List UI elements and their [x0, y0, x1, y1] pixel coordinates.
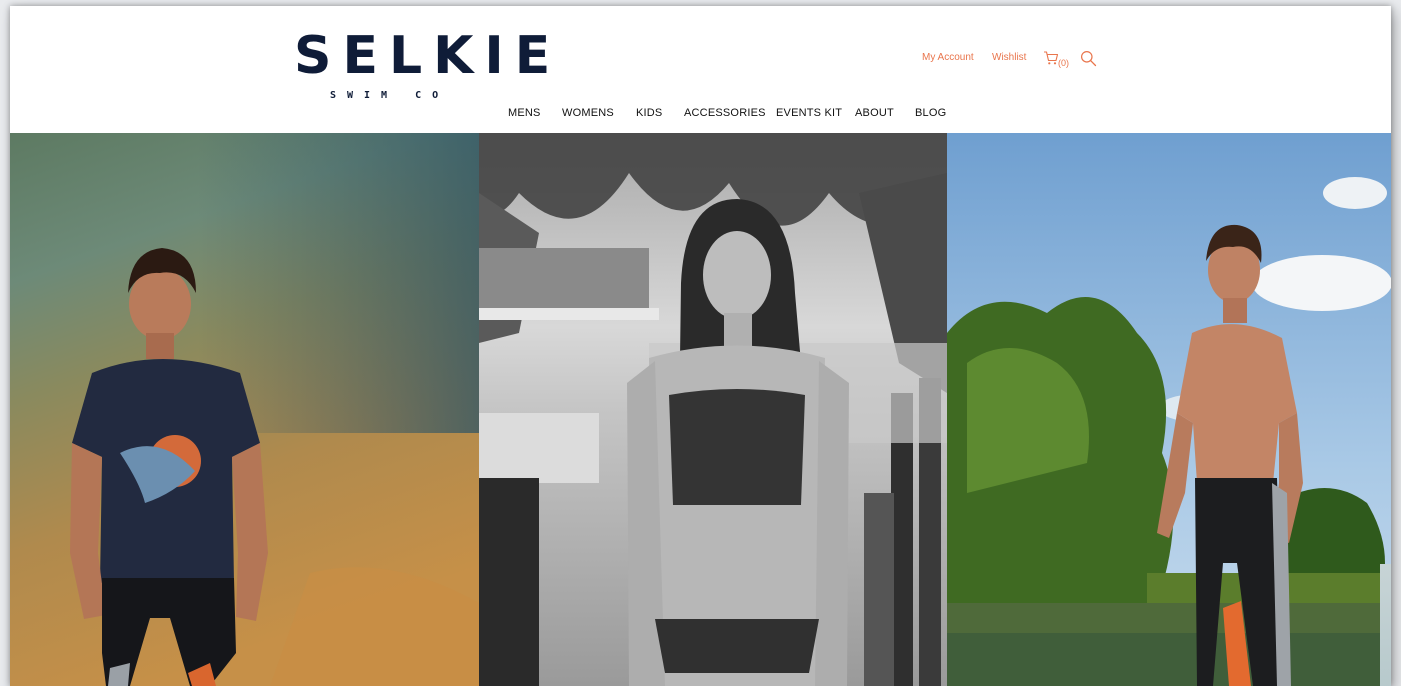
hero-image-river: [479, 133, 947, 686]
wishlist-link[interactable]: Wishlist: [992, 52, 1026, 64]
cart-icon: [1044, 51, 1059, 65]
browser-viewport: SELKIE SWIM CO My Account Wishlist (0) M…: [10, 6, 1391, 686]
main-nav: MENS WOMENS KIDS ACCESSORIES EVENTS KIT …: [10, 106, 1391, 122]
site-header: SELKIE SWIM CO My Account Wishlist (0) M…: [10, 6, 1391, 133]
hero-image-parkland: [947, 133, 1391, 686]
hero-image-mens-leggings[interactable]: [947, 133, 1391, 686]
hero-banner: [10, 133, 1391, 686]
nav-item-events-kit[interactable]: EVENTS KIT: [776, 106, 842, 120]
cart-count: (0): [1058, 58, 1069, 68]
search-icon: [1081, 51, 1097, 67]
my-account-link[interactable]: My Account: [922, 52, 974, 64]
search-button[interactable]: [1080, 50, 1097, 72]
nav-item-mens[interactable]: MENS: [508, 106, 541, 120]
hero-image-mens-tee[interactable]: [10, 133, 479, 686]
logo-tagline: SWIM CO: [330, 90, 450, 101]
side-tab: [1380, 564, 1391, 686]
nav-item-accessories[interactable]: ACCESSORIES: [684, 106, 766, 120]
hero-image-womens-bikini[interactable]: [479, 133, 947, 686]
hero-image-lake: [10, 133, 479, 686]
nav-item-blog[interactable]: BLOG: [915, 106, 946, 120]
logo-wordmark: SELKIE: [294, 26, 562, 86]
nav-item-womens[interactable]: WOMENS: [562, 106, 614, 120]
site-logo[interactable]: SELKIE SWIM CO: [294, 28, 550, 104]
nav-item-about[interactable]: ABOUT: [855, 106, 894, 120]
nav-item-kids[interactable]: KIDS: [636, 106, 662, 120]
